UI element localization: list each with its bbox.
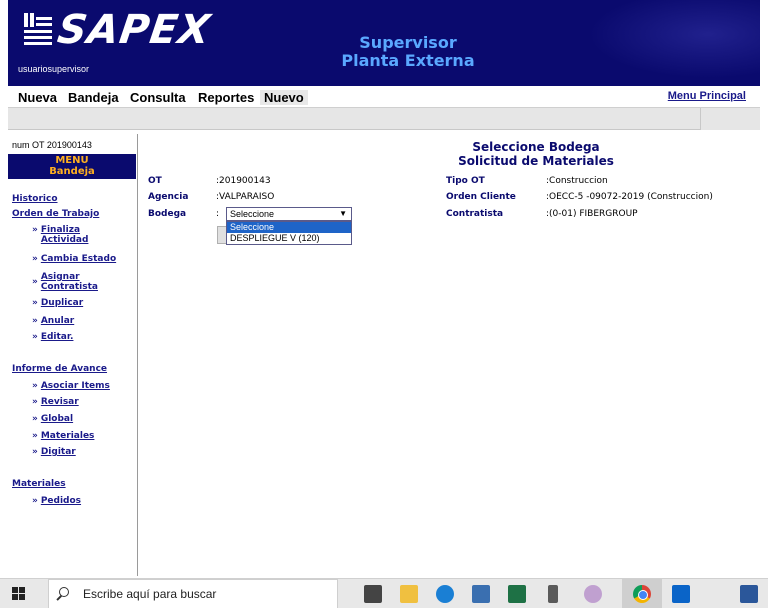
agencia-value: :VALPARAISO <box>216 192 275 202</box>
raquo-icon: » <box>32 298 38 308</box>
bodega-colon: : <box>216 209 220 219</box>
sidebar-item-editar[interactable]: » Editar. <box>32 332 73 342</box>
taskbar-search-placeholder: Escribe aquí para buscar <box>83 587 217 601</box>
agencia-label: Agencia <box>148 192 189 202</box>
menu-item-nueva[interactable]: Nueva <box>18 90 57 105</box>
app-window: SAPEX usuariosupervisor Supervisor Plant… <box>0 0 768 608</box>
sidebar-item-materiales[interactable]: » Materiales <box>32 431 94 441</box>
raquo-icon: » <box>32 431 38 441</box>
contratista-value: :(0-01) FIBERGROUP <box>546 209 638 219</box>
menu-item-bandeja[interactable]: Bandeja <box>68 90 119 105</box>
bodega-option-despliegue-v[interactable]: DESPLIEGUE V (120) <box>227 233 351 244</box>
chevron-down-icon: ▼ <box>339 209 347 218</box>
sidebar-item-anular[interactable]: » Anular <box>32 316 74 326</box>
sidebar-item-pedidos[interactable]: » Pedidos <box>32 496 81 506</box>
menu-bar: Nueva Bandeja Consulta Reportes Nuevo Me… <box>8 86 760 108</box>
sidebar-menu-header: MENU Bandeja <box>8 154 136 179</box>
menu-item-nuevo[interactable]: Nuevo <box>260 90 308 105</box>
page-title-line1: Seleccione Bodega <box>472 140 600 154</box>
raquo-icon: » <box>32 332 38 342</box>
menu-principal-link[interactable]: Menu Principal <box>668 90 746 102</box>
raquo-icon: » <box>32 381 38 391</box>
sapex-logo: SAPEX <box>24 7 213 53</box>
sidebar-item-revisar[interactable]: » Revisar <box>32 397 79 407</box>
bodega-select[interactable]: Seleccione ▼ <box>226 207 352 221</box>
header-title-line1: Supervisor <box>359 33 457 52</box>
file-explorer-icon[interactable] <box>400 585 418 603</box>
sidebar-item-duplicar[interactable]: » Duplicar <box>32 298 83 308</box>
sidebar-link-historico[interactable]: Historico <box>12 194 58 204</box>
sidebar-item-finaliza-actividad[interactable]: » Finaliza Actividad <box>32 225 88 245</box>
sidebar-link-informe-avance[interactable]: Informe de Avance <box>12 364 107 374</box>
logo-mark-icon <box>24 13 54 47</box>
sidebar-link-materiales[interactable]: Materiales <box>12 479 66 489</box>
bodega-select-value: Seleccione <box>230 209 275 219</box>
raquo-icon: » <box>32 316 38 326</box>
paint-icon[interactable] <box>584 585 602 603</box>
edge-icon[interactable] <box>436 585 454 603</box>
page-title: Seleccione Bodega Solicitud de Materiale… <box>436 140 636 168</box>
taskbar-search-input[interactable]: Escribe aquí para buscar <box>48 579 338 608</box>
tipo-ot-value: :Construccion <box>546 176 608 186</box>
windows-taskbar: Escribe aquí para buscar <box>0 578 768 608</box>
app2-icon[interactable] <box>548 585 558 603</box>
page-header-title: Supervisor Planta Externa <box>308 34 508 70</box>
raquo-icon: » <box>32 447 38 457</box>
sidebar-item-cambia-estado[interactable]: » Cambia Estado <box>32 254 116 264</box>
menu-item-consulta[interactable]: Consulta <box>130 90 186 105</box>
chrome-icon[interactable] <box>633 585 651 603</box>
excel-icon[interactable] <box>508 585 526 603</box>
ot-value: :201900143 <box>216 176 271 186</box>
raquo-icon: » <box>32 496 38 506</box>
orden-cliente-label: Orden Cliente <box>446 192 516 202</box>
num-ot-label: num OT 201900143 <box>12 140 92 150</box>
header-banner: SAPEX usuariosupervisor Supervisor Plant… <box>8 0 760 86</box>
raquo-icon: » <box>32 397 38 407</box>
word-icon[interactable] <box>740 585 758 603</box>
app-icon[interactable] <box>472 585 490 603</box>
raquo-icon: » <box>32 414 38 424</box>
windows-start-icon[interactable] <box>12 587 26 601</box>
header-title-line2: Planta Externa <box>341 51 475 70</box>
sidebar-item-digitar[interactable]: » Digitar <box>32 447 76 457</box>
bodega-label: Bodega <box>148 209 187 219</box>
raquo-icon: » <box>32 254 38 264</box>
bodega-dropdown-list: Seleccione DESPLIEGUE V (120) <box>226 221 352 245</box>
sidebar: num OT 201900143 MENU Bandeja Historico … <box>8 134 138 576</box>
orden-cliente-value: :OECC-5 -09072-2019 (Construccion) <box>546 192 713 202</box>
tipo-ot-label: Tipo OT <box>446 176 485 186</box>
sidebar-item-global[interactable]: » Global <box>32 414 73 424</box>
store-icon[interactable] <box>364 585 382 603</box>
sidebar-item-asociar-items[interactable]: » Asociar Items <box>32 381 110 391</box>
bodega-option-seleccione[interactable]: Seleccione <box>227 222 351 233</box>
menu-item-reportes[interactable]: Reportes <box>198 90 254 105</box>
raquo-icon: » <box>32 225 38 235</box>
ot-label: OT <box>148 176 162 186</box>
contratista-label: Contratista <box>446 209 504 219</box>
username-label: usuariosupervisor <box>18 64 90 74</box>
outlook-icon[interactable] <box>672 585 690 603</box>
menu-sub-label: Bandeja <box>49 166 95 177</box>
page-title-line2: Solicitud de Materiales <box>458 154 614 168</box>
toolbar-strip <box>8 108 760 130</box>
sidebar-item-asignar-contratista[interactable]: » Asignar Contratista <box>32 272 98 292</box>
logo-text: SAPEX <box>54 7 214 53</box>
raquo-icon: » <box>32 277 38 287</box>
sidebar-link-orden-trabajo[interactable]: Orden de Trabajo <box>12 209 99 219</box>
menu-label: MENU <box>55 155 89 166</box>
search-icon <box>59 587 69 597</box>
